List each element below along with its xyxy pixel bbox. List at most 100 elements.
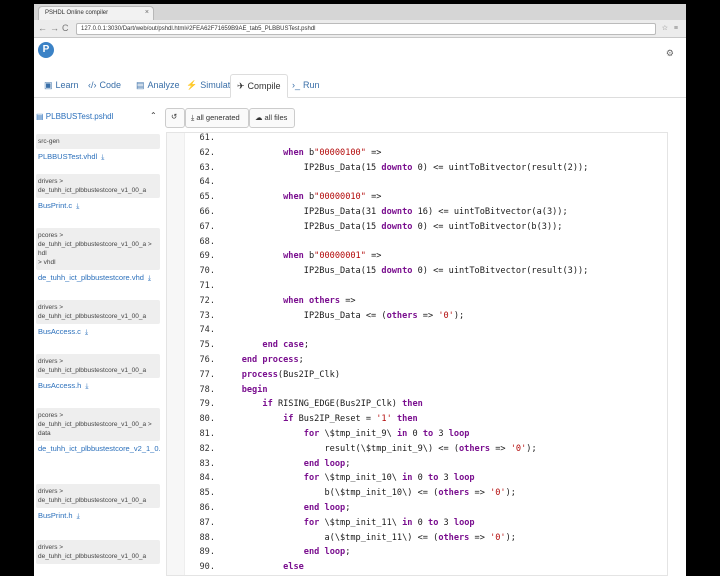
file-name: BusPrint.h [38,511,73,520]
file-name: BusAccess.c [38,327,81,336]
tab-learn[interactable]: ▣ Learn [38,74,85,98]
code-text: for \$tmp_init_10\ in 0 to 3 loop [303,473,475,484]
browser-tab[interactable]: PSHDL Online compiler × [38,6,154,20]
tab-learn-label: Learn [55,80,79,90]
code-text: begin [241,384,268,395]
file-name: de_tuhh_ict_plbbustestcore.vhd [38,273,144,282]
gear-icon[interactable]: ⚙ [666,48,674,59]
code-line: 84. for \$tmp_init_10\ in 0 to 3 loop [167,471,475,486]
tab-compile[interactable]: ✈ Compile [230,74,288,98]
file-name: BusAccess.h [38,381,82,390]
line-number: 80. [199,414,215,425]
file-link[interactable]: BusPrint.h ⤓ [36,508,160,524]
code-line: 72. when others => [167,294,356,309]
reload-icon[interactable]: C [62,23,69,33]
file-group-path: drivers > de_tuhh_ict_plbbustestcore_v1_0… [36,354,160,378]
code-line: 81. for \$tmp_init_9\ in 0 to 3 loop [167,427,469,442]
line-number: 62. [199,147,215,158]
download-icon: ⤓ [191,113,195,122]
code-line: 66. IP2Bus_Data(31 downto 16) <= uintToB… [167,205,568,220]
line-number: 67. [199,221,215,232]
code-line: 61. [167,133,221,146]
code-icon: ‹/› [88,80,97,90]
line-number: 78. [199,384,215,395]
project-link[interactable]: ▤ PLBBUSTest.pshdl [36,112,113,121]
forward-icon[interactable]: → [50,23,59,33]
code-text: when others => [283,295,356,306]
code-line: 67. IP2Bus_Data(15 downto 0) <= uintToBi… [167,220,562,235]
cloud-download-icon: ☁ [255,113,263,122]
tab-strip: PSHDL Online compiler × [34,4,686,20]
code-line: 63. IP2Bus_Data(15 downto 0) <= uintToBi… [167,161,588,176]
code-text: a(\$tmp_init_11\) <= (others => '0'); [221,532,516,543]
code-text: result(\$tmp_init_9\) <= (others => '0')… [221,443,537,454]
download-icon[interactable]: ⤓ [148,275,151,282]
undo-button[interactable]: ↺ [165,108,185,128]
download-icon[interactable]: ⤓ [77,513,80,520]
download-icon[interactable]: ⤓ [101,154,104,161]
url-input[interactable]: 127.0.0.1:3030/Dart/web/out/pshdl.html#2… [76,23,656,35]
line-number: 63. [199,162,215,173]
download-icon[interactable]: ⤓ [85,383,88,390]
line-number: 83. [199,458,215,469]
line-number: 86. [199,503,215,513]
line-number: 70. [199,266,215,277]
line-number: 66. [199,207,215,217]
tab-code[interactable]: ‹/› Code [82,74,127,98]
code-line: 78. begin [167,383,268,398]
download-icon[interactable]: ⤓ [85,329,88,336]
tab-close-icon[interactable]: × [145,9,149,16]
file-link[interactable]: BusAccess.h ⤓ [36,378,160,394]
line-number: 74. [199,325,215,336]
chevron-up-icon[interactable]: ⌃ [150,111,157,120]
file-group-path: drivers > de_tuhh_ict_plbbustestcore_v1_0… [36,484,160,508]
line-number: 85. [199,488,215,499]
browser-window: PSHDL Online compiler × ← → C 127.0.0.1:… [34,4,686,576]
all-files-button[interactable]: ☁ all files [249,108,295,128]
file-icon: ▤ [36,112,44,121]
file-link[interactable]: BusAccess.c ⤓ [36,324,160,340]
file-group-path: drivers > de_tuhh_ict_plbbustestcore_v1_0… [36,174,160,198]
file-sidebar: ▤ PLBBUSTest.pshdl ⌃ src-gen PLBBUSTest.v… [34,106,162,576]
all-generated-button[interactable]: ⤓ all generated [185,108,249,128]
code-line: 79. if RISING_EDGE(Bus2IP_Clk) then [167,397,422,412]
code-text: end loop; [303,503,351,513]
file-group: drivers > de_tuhh_ict_plbbustestcore_v1_0… [36,174,160,214]
line-number: 89. [199,547,215,558]
file-link[interactable]: de_tuhh_ict_plbbustestcore_v2_1_0.m⤓ [36,441,160,457]
tab-run[interactable]: ›_ Run [286,74,326,98]
book-icon: ▣ [44,80,53,90]
code-line: 80. if Bus2IP_Reset = '1' then [167,412,417,427]
code-line: 68. [167,235,221,250]
back-icon[interactable]: ← [38,23,47,33]
code-line: 75. end case; [167,338,309,353]
code-line: 70. IP2Bus_Data(15 downto 0) <= uintToBi… [167,264,588,279]
code-editor[interactable]: 61. 62. when b"00000100" => 63. IP2Bus_Dat… [166,132,668,576]
file-group-path: drivers > de_tuhh_ict_plbbustestcore_v1_0… [36,300,160,324]
code-text: end case; [262,340,310,351]
file-link[interactable]: PLBBUSTest.vhdl ⤓ [36,149,160,165]
browser-tab-title: PSHDL Online compiler [45,10,109,16]
code-line: 71. [167,279,221,294]
table-icon: ▤ [136,80,145,90]
code-line: 77. process(Bus2IP_Clk) [167,368,340,383]
file-link[interactable]: BusPrint.c ⤓ [36,198,160,214]
bookmark-menu-icons[interactable]: ☆ ≡ [662,24,680,32]
line-number: 87. [199,517,215,528]
tab-analyze[interactable]: ▤ Analyze [130,74,186,98]
file-name: BusPrint.c [38,201,73,210]
line-number: 75. [199,340,215,351]
all-files-label: all files [264,113,288,122]
code-text: IP2Bus_Data(31 downto 16) <= uintToBitve… [221,207,568,217]
line-number: 76. [199,355,215,365]
download-icon[interactable]: ⤓ [76,203,79,210]
code-text: IP2Bus_Data(15 downto 0) <= uintToBitvec… [221,162,589,173]
file-link[interactable]: de_tuhh_ict_plbbustestcore.vhd ⤓ [36,270,160,286]
code-line: 74. [167,323,221,338]
tab-analyze-label: Analyze [147,80,180,90]
code-line: 90. else [167,560,303,575]
file-group: drivers > de_tuhh_ict_plbbustestcore_v1_0… [36,354,160,394]
project-name: PLBBUSTest.pshdl [45,112,114,121]
